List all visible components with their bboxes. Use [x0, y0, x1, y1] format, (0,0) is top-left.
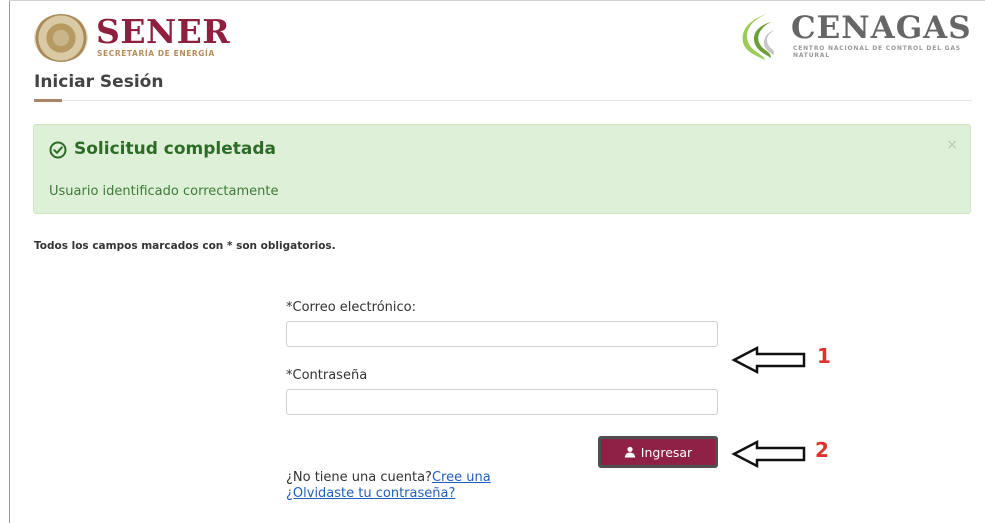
window-top-border [9, 0, 985, 1]
check-circle-icon [49, 141, 67, 159]
title-divider [34, 100, 972, 101]
required-fields-note: Todos los campos marcados con * son obli… [34, 240, 336, 252]
forgot-password-row: ¿Olvidaste tu contraseña? [286, 486, 455, 501]
title-accent-bar [34, 99, 62, 102]
alert-title: Solicitud completada [74, 139, 277, 159]
forgot-password-link[interactable]: ¿Olvidaste tu contraseña? [286, 486, 455, 501]
sener-logo: SENER SECRETARÍA DE ENERGÍA [34, 12, 244, 62]
login-button-label: Ingresar [640, 444, 693, 460]
sener-logo-text: SENER [96, 12, 231, 51]
window-left-border [9, 0, 10, 523]
alert-message: Usuario identificado correctamente [49, 184, 279, 199]
success-alert: Solicitud completada Usuario identificad… [33, 124, 971, 214]
national-seal-icon [34, 14, 88, 62]
cenagas-logo: CENAGAS CENTRO NACIONAL DE CONTROL DEL G… [737, 10, 977, 62]
email-field[interactable] [286, 321, 718, 347]
flame-icon [742, 14, 775, 60]
cenagas-logo-text: CENAGAS [791, 10, 972, 46]
annotation-number-1: 1 [817, 344, 831, 368]
create-account-link[interactable]: Cree una [432, 470, 491, 485]
annotation-arrow-icon [731, 345, 806, 375]
cenagas-subtitle: CENTRO NACIONAL DE CONTROL DEL GAS NATUR… [793, 45, 961, 59]
sener-subtitle: SECRETARÍA DE ENERGÍA [97, 49, 215, 58]
login-button[interactable]: Ingresar [598, 436, 718, 468]
close-icon[interactable]: × [946, 137, 958, 153]
no-account-label: ¿No tiene una cuenta? [286, 470, 432, 485]
annotation-number-2: 2 [815, 438, 829, 462]
password-field[interactable] [286, 389, 718, 415]
page-title: Iniciar Sesión [34, 72, 164, 92]
no-account-text: ¿No tiene una cuenta?Cree una [286, 470, 491, 485]
password-label: *Contraseña [286, 368, 368, 383]
email-label: *Correo electrónico: [286, 300, 416, 315]
user-icon [624, 446, 635, 458]
annotation-arrow-icon [731, 439, 806, 469]
